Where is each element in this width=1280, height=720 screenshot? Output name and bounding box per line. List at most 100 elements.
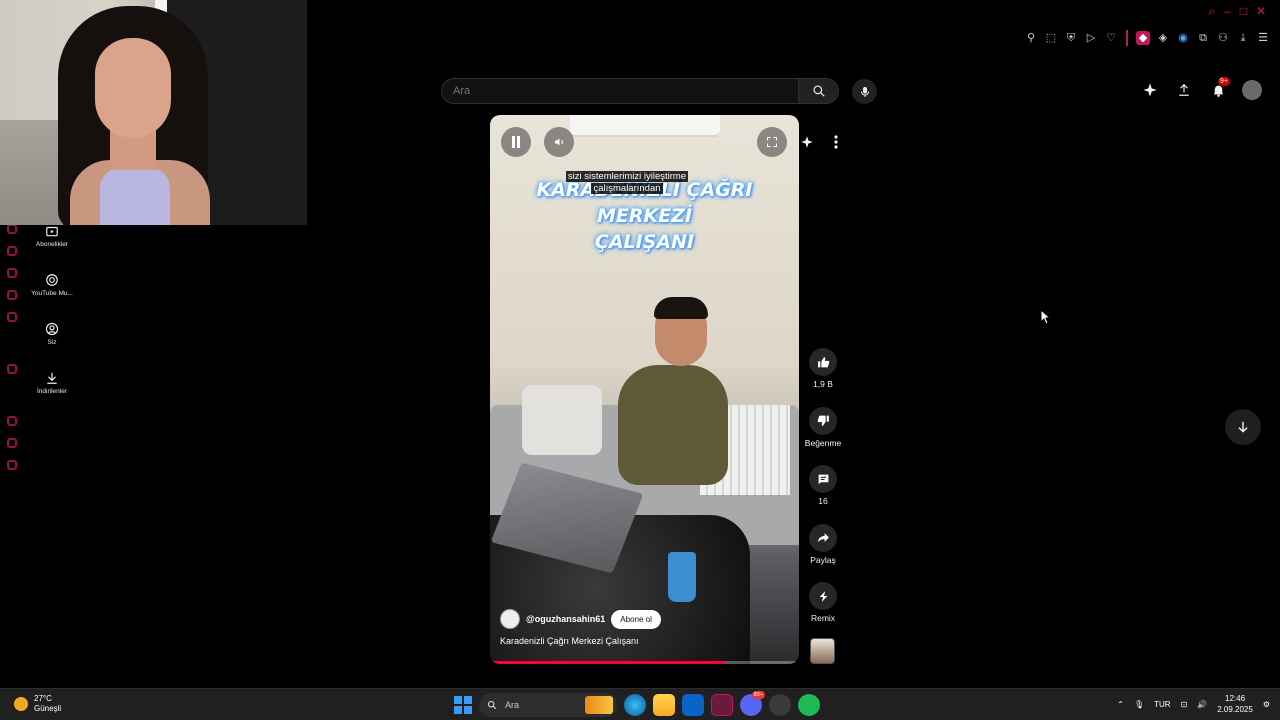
puzzle-icon[interactable]: ⧉ xyxy=(1196,31,1210,45)
weather-condition: Güneşli xyxy=(34,704,62,713)
notification-center-icon[interactable]: ⚙ xyxy=(1263,700,1270,709)
effect-button[interactable] xyxy=(796,131,818,153)
channel-avatar[interactable] xyxy=(500,609,520,629)
search-box xyxy=(441,78,839,104)
sidebar-app-icon[interactable] xyxy=(7,224,17,234)
search-input[interactable] xyxy=(442,79,798,103)
pin-icon[interactable]: ⚲ xyxy=(1024,31,1038,45)
pause-button[interactable] xyxy=(501,127,531,157)
upload-icon xyxy=(1179,83,1189,96)
microphone-icon xyxy=(860,86,869,97)
outlook-icon[interactable] xyxy=(682,694,704,716)
more-options-button[interactable] xyxy=(825,131,847,153)
screenshot-icon[interactable]: ⬚ xyxy=(1044,31,1058,45)
heart-icon[interactable]: ♡ xyxy=(1104,31,1118,45)
browser-app-icon[interactable] xyxy=(711,694,733,716)
shorts-video-player[interactable]: KARADENİZLİ ÇAĞRI MERKEZİ ÇALIŞANI sizi … xyxy=(490,115,799,664)
close-icon[interactable]: ✕ xyxy=(1256,4,1266,19)
notification-badge: 9+ xyxy=(1218,77,1230,86)
minimize-icon[interactable]: – xyxy=(1224,4,1231,19)
maximize-icon[interactable]: □ xyxy=(1240,4,1247,19)
thumbs-down-icon xyxy=(817,415,829,427)
profile-icon[interactable]: ⚇ xyxy=(1216,31,1230,45)
whatsapp-icon[interactable] xyxy=(7,246,17,256)
comments-button[interactable] xyxy=(809,465,837,494)
search-highlight-art xyxy=(585,696,613,714)
sound-thumbnail[interactable] xyxy=(810,638,835,664)
network-icon[interactable]: ⊡ xyxy=(1181,700,1188,709)
header-actions: 9+ xyxy=(1140,77,1262,100)
audio-icon[interactable]: ◉ xyxy=(1176,31,1190,45)
start-button[interactable] xyxy=(454,696,472,714)
search-button[interactable] xyxy=(798,79,838,103)
fullscreen-button[interactable] xyxy=(757,127,787,157)
sun-icon xyxy=(14,697,28,711)
x-icon[interactable] xyxy=(7,290,17,300)
video-description[interactable]: Karadenizli Çağrı Merkezi Çalışanı xyxy=(500,636,639,646)
music-icon[interactable] xyxy=(7,364,17,374)
window-controls: ⌕ – □ ✕ xyxy=(1208,4,1266,19)
subscribe-button[interactable]: Abone ol xyxy=(611,609,661,629)
play-icon[interactable]: ▷ xyxy=(1084,31,1098,45)
channel-info: @oguzhansahin61 Abone ol xyxy=(500,609,661,629)
edge-icon[interactable] xyxy=(624,694,646,716)
video-progress-fill xyxy=(490,661,725,664)
arrow-down-icon xyxy=(1238,421,1248,433)
channel-handle[interactable]: @oguzhansahin61 xyxy=(526,614,605,624)
share-button[interactable] xyxy=(809,523,837,552)
weather-widget[interactable]: 27°C Güneşli xyxy=(14,694,61,714)
voice-search-button[interactable] xyxy=(852,79,877,104)
remix-button[interactable] xyxy=(809,582,837,611)
clock[interactable]: 12:46 2.09.2025 xyxy=(1217,693,1253,715)
dislike-label: Beğenme xyxy=(804,437,842,448)
discord-icon[interactable]: 99+ xyxy=(740,691,765,716)
dislike-action: Beğenme xyxy=(803,406,843,466)
search-icon xyxy=(812,85,825,97)
diamond-icon[interactable]: ◈ xyxy=(1156,31,1170,45)
create-button[interactable] xyxy=(1140,80,1160,100)
upload-button[interactable] xyxy=(1174,80,1194,100)
notifications-button[interactable]: 9+ xyxy=(1208,77,1230,100)
instagram-icon[interactable] xyxy=(7,268,17,278)
menu-icon[interactable]: ☰ xyxy=(1256,31,1270,45)
dislike-button[interactable] xyxy=(809,406,837,435)
settings-icon[interactable] xyxy=(7,460,17,470)
download-icon[interactable]: ⤓ xyxy=(1236,31,1250,45)
guide-item-youtube-music[interactable]: YouTube Mu... xyxy=(22,271,82,320)
speaker-icon[interactable]: 🔊 xyxy=(1197,700,1207,709)
guide-label: İndirilenler xyxy=(37,388,67,395)
volume-button[interactable] xyxy=(544,127,574,157)
chat-icon[interactable] xyxy=(7,438,17,448)
comments-action: 16 xyxy=(803,465,843,524)
taskbar-search[interactable]: Ara xyxy=(479,693,617,717)
next-video-button[interactable] xyxy=(1225,409,1261,445)
more-vertical-icon xyxy=(834,135,838,149)
shield-icon[interactable]: ⛨ xyxy=(1064,31,1078,45)
remix-icon xyxy=(819,590,827,602)
volume-icon xyxy=(554,138,563,146)
file-explorer-icon[interactable] xyxy=(653,694,675,716)
history-icon[interactable] xyxy=(7,416,17,426)
spotify-icon[interactable] xyxy=(798,694,820,716)
time: 12:46 xyxy=(1225,694,1246,703)
like-button[interactable] xyxy=(809,348,837,376)
video-progress-bar[interactable] xyxy=(490,661,799,664)
guide-item-you[interactable]: Siz xyxy=(22,320,82,369)
language-indicator[interactable]: TUR xyxy=(1154,700,1170,709)
guide-item-downloads[interactable]: İndirilenler xyxy=(22,369,82,418)
browser-sidebar-strip xyxy=(0,220,22,690)
chevron-up-icon[interactable]: ⌃ xyxy=(1117,700,1124,709)
github-icon[interactable] xyxy=(769,694,791,716)
account-avatar[interactable] xyxy=(1242,80,1262,100)
like-action: 1,9 B xyxy=(803,348,843,407)
thumbs-up-icon xyxy=(817,356,829,367)
system-tray: ⌃ 🎙 TUR ⊡ 🔊 12:46 2.09.2025 ⚙ xyxy=(1117,693,1270,715)
search-icon[interactable]: ⌕ xyxy=(1208,4,1215,19)
guide-label: YouTube Mu... xyxy=(31,290,73,297)
microphone-icon[interactable]: 🎙 xyxy=(1134,700,1144,709)
discord-icon[interactable] xyxy=(7,312,17,322)
extension-icon[interactable]: ◆ xyxy=(1136,31,1150,45)
closed-caption: sizi sistemlerimizi iyileştirme çalışmal… xyxy=(565,171,689,194)
date: 2.09.2025 xyxy=(1217,705,1253,714)
guide-item-subscriptions[interactable]: Abonelikler xyxy=(22,222,82,271)
